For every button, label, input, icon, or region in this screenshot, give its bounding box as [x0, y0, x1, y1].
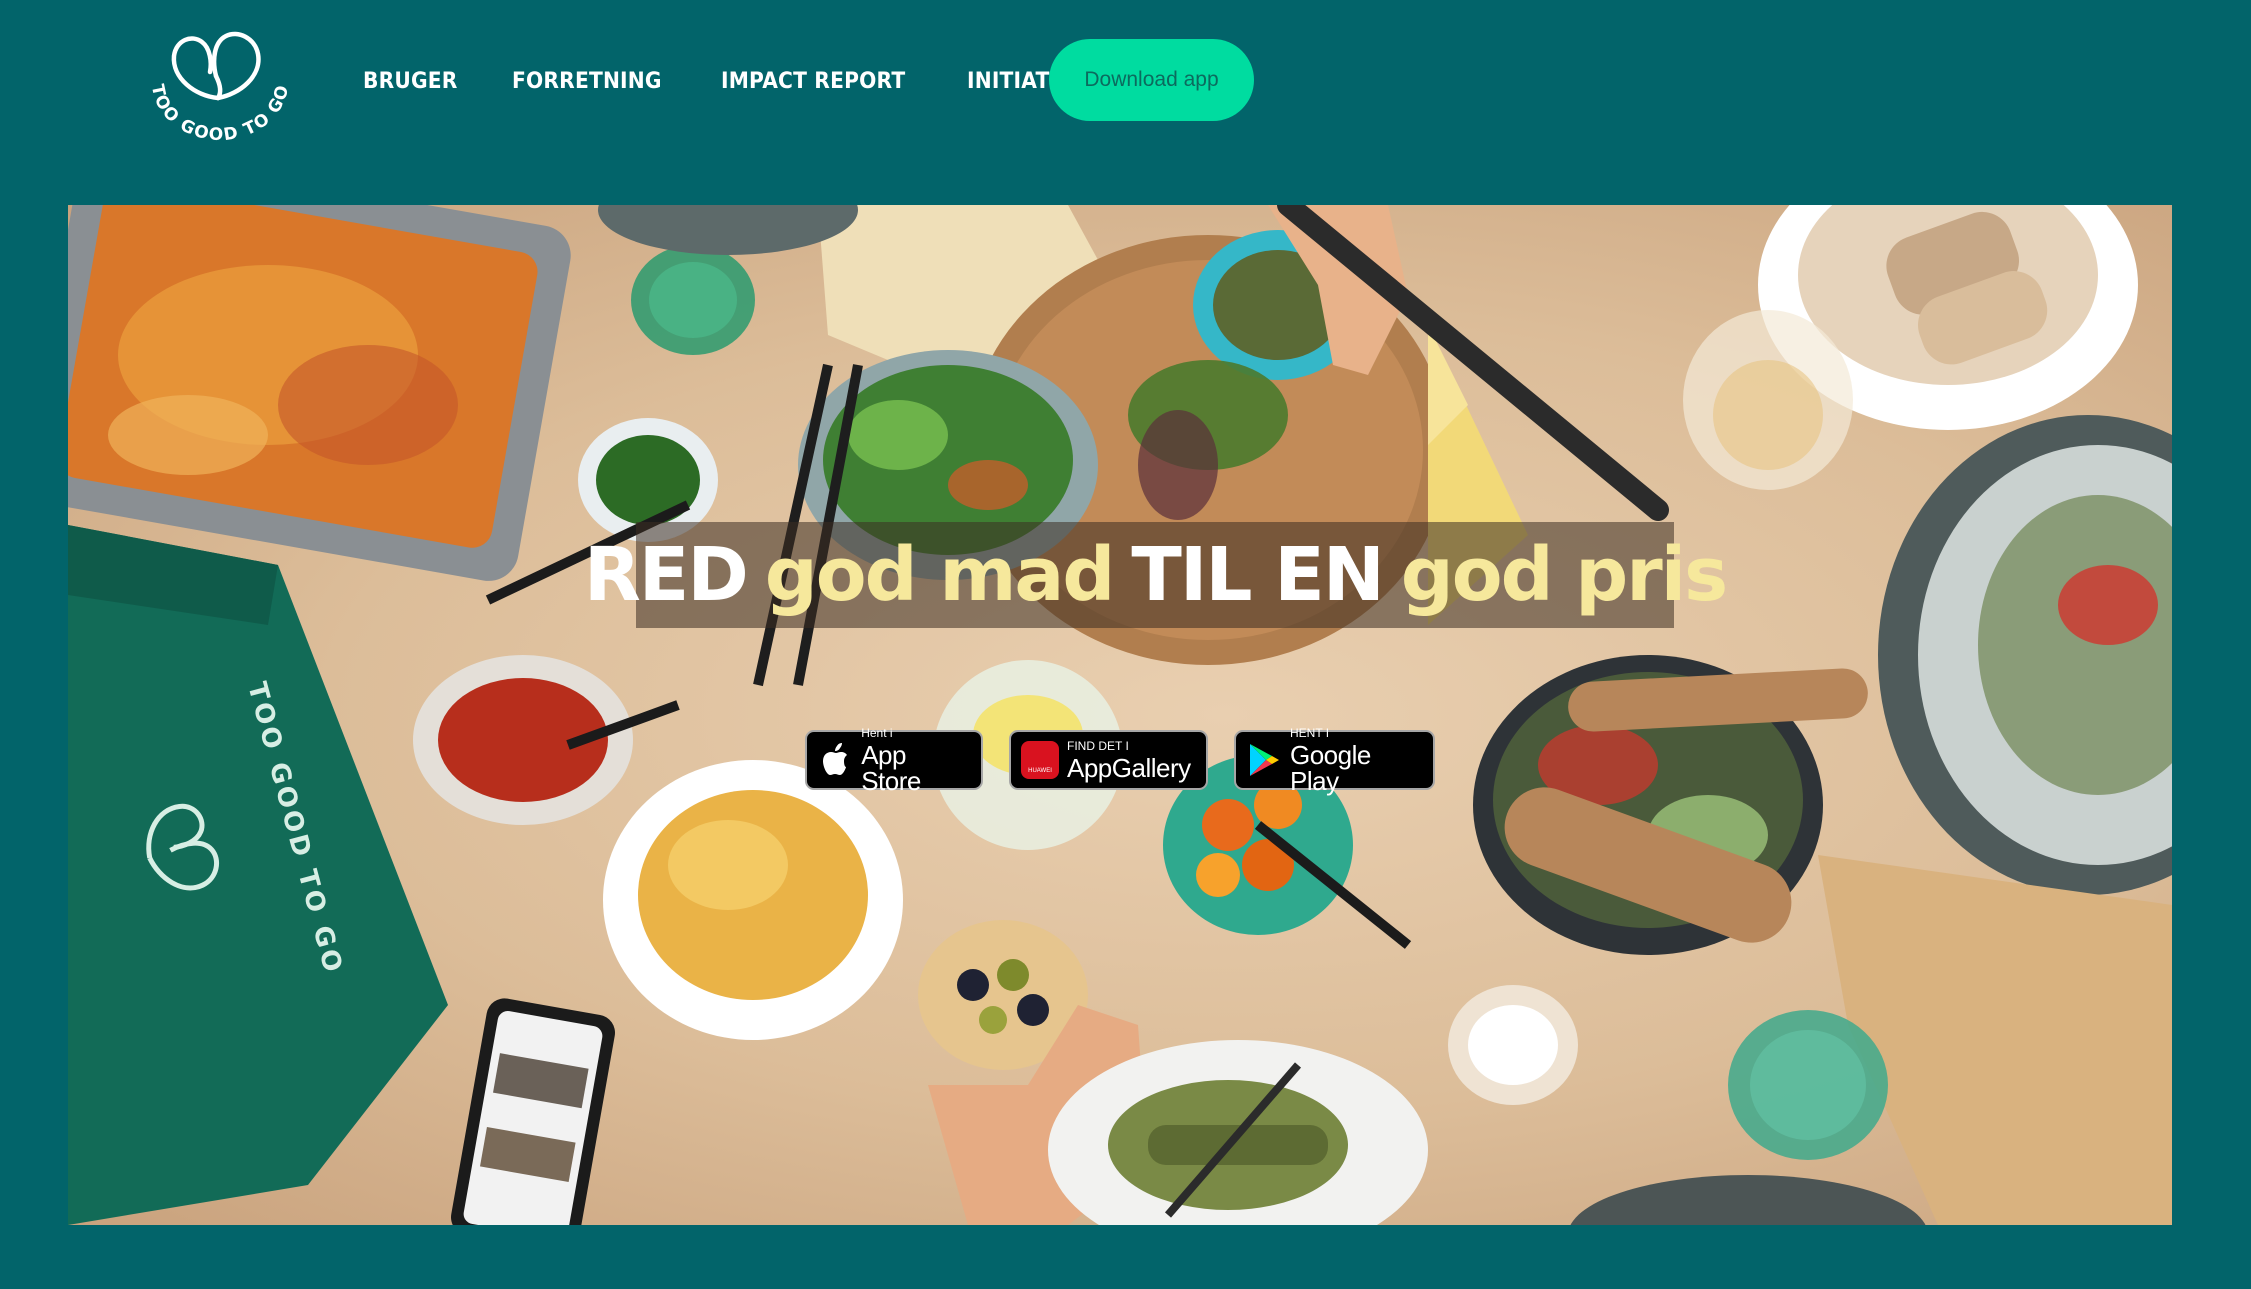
nav-item-impact-report[interactable]: IMPACT REPORT: [721, 69, 905, 94]
google-play-badge[interactable]: HENT I Google Play: [1234, 725, 1435, 794]
google-play-label: Google Play: [1290, 739, 1371, 796]
google-play-small-label: HENT I: [1290, 725, 1330, 740]
headline-part-4: god pris: [1400, 532, 1728, 618]
appgallery-small-label: FIND DET I: [1067, 738, 1129, 753]
app-store-label: App Store: [861, 739, 921, 796]
headline-part-1: RED: [583, 532, 749, 618]
appgallery-label: AppGallery: [1067, 752, 1191, 783]
download-app-button[interactable]: Download app: [1049, 39, 1254, 121]
hero-section: TOO GOOD TO GO RED god mad TIL EN god pr…: [68, 205, 2172, 1225]
app-store-small-label: Hent i: [861, 725, 893, 740]
nav-item-forretning[interactable]: FORRETNING: [512, 69, 662, 94]
appgallery-badge[interactable]: HUAWEI FIND DET I AppGallery: [1009, 730, 1208, 790]
apple-icon: [817, 741, 853, 779]
pasta-tray: [68, 205, 571, 581]
google-play-icon: [1246, 741, 1282, 779]
headline-part-3: TIL EN: [1131, 532, 1384, 618]
main-nav: BRUGER FORRETNING IMPACT REPORT INITIATI…: [363, 66, 1161, 96]
store-badges: Hent i App Store HUAWEI FIND DET I AppGa…: [805, 725, 1461, 794]
huawei-icon: HUAWEI: [1021, 741, 1059, 779]
logo[interactable]: TOO GOOD TO GO: [140, 20, 300, 150]
green-bag: [68, 525, 448, 1225]
plate: [598, 205, 858, 255]
hero-food-photo: TOO GOOD TO GO: [68, 205, 2172, 1225]
huawei-icon-text: HUAWEI: [1021, 741, 1059, 779]
app-store-badge[interactable]: Hent i App Store: [805, 725, 983, 794]
headline-part-2: god mad: [764, 532, 1116, 618]
nav-item-bruger[interactable]: BRUGER: [363, 69, 458, 94]
hero-headline: RED god mad TIL EN god pris: [584, 522, 1728, 628]
